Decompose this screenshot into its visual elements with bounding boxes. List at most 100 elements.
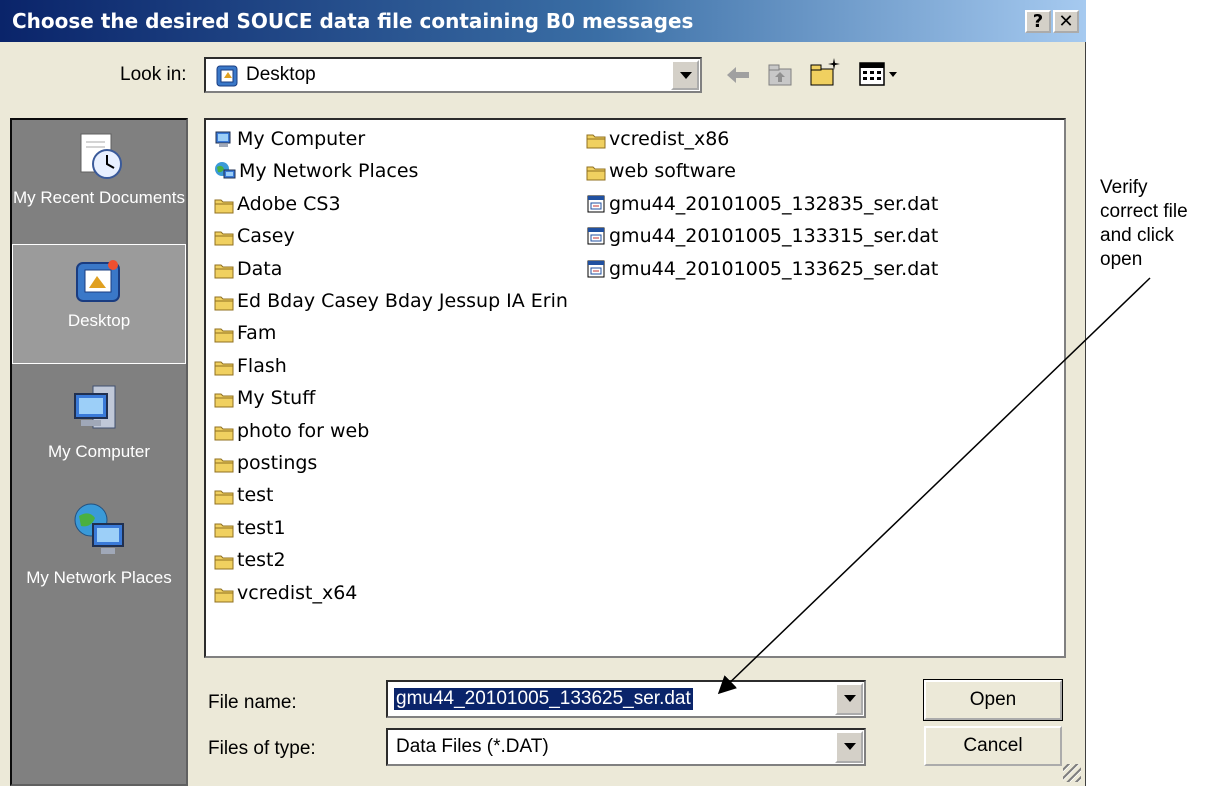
folder-icon	[586, 134, 606, 149]
item-label: My Stuff	[237, 387, 316, 410]
item-label: Fam	[237, 322, 277, 345]
folder-item[interactable]: photo for web	[214, 416, 369, 446]
desktop-small-icon	[216, 65, 238, 87]
file-name-label: File name:	[208, 692, 297, 713]
my-computer-icon	[74, 385, 116, 429]
folder-item[interactable]: vcredist_x64	[214, 578, 357, 608]
item-label: postings	[237, 452, 318, 474]
look-in-value: Desktop	[246, 64, 316, 85]
folder-icon	[214, 426, 234, 441]
item-label: My Computer	[237, 128, 366, 150]
folder-item[interactable]: test2	[214, 545, 286, 575]
file-type-dropdown-button[interactable]	[835, 731, 863, 763]
file-name-value: gmu44_20101005_133625_ser.dat	[394, 688, 693, 710]
folder-icon	[214, 523, 234, 538]
item-label: vcredist_x86	[609, 128, 730, 150]
dialog-title: Choose the desired SOUCE data file conta…	[12, 9, 694, 33]
cancel-button[interactable]: Cancel	[924, 726, 1062, 766]
location-item[interactable]: My Network Places	[214, 156, 418, 186]
place-label: My Computer	[47, 442, 151, 461]
item-label: web software	[609, 160, 736, 183]
back-arrow-icon[interactable]	[724, 62, 752, 88]
item-label: test1	[237, 516, 286, 539]
title-bar[interactable]: Choose the desired SOUCE data file conta…	[0, 0, 1086, 42]
folder-item[interactable]: Adobe CS3	[214, 189, 341, 219]
folder-item[interactable]: test1	[214, 513, 286, 543]
open-button[interactable]: Open	[923, 679, 1063, 721]
up-folder-icon[interactable]	[766, 60, 794, 88]
folder-icon	[214, 296, 234, 311]
file-item[interactable]: gmu44_20101005_133315_ser.dat	[586, 221, 938, 251]
folder-icon	[214, 199, 234, 214]
folder-item[interactable]: vcredist_x86	[586, 124, 729, 154]
folder-item[interactable]: My Stuff	[214, 383, 315, 413]
view-menu-icon[interactable]	[858, 60, 904, 88]
file-name-field[interactable]: gmu44_20101005_133625_ser.dat	[386, 680, 866, 718]
place-label: My Network Places	[26, 568, 172, 587]
folder-item[interactable]: postings	[214, 448, 317, 478]
folder-item[interactable]: Casey	[214, 221, 295, 251]
network-places-icon	[74, 503, 124, 554]
file-open-dialog: Choose the desired SOUCE data file conta…	[0, 0, 1086, 786]
file-item[interactable]: gmu44_20101005_133625_ser.dat	[586, 254, 938, 284]
location-item[interactable]: My Computer	[214, 124, 365, 154]
place-my-computer[interactable]: My Computer	[12, 382, 186, 482]
file-type-value: Data Files (*.DAT)	[396, 736, 549, 757]
file-name-dropdown-button[interactable]	[835, 683, 863, 715]
data-file-icon	[587, 260, 605, 278]
folder-item[interactable]: Ed Bday Casey Bday Jessup IA Erin	[214, 286, 568, 316]
item-label: Flash	[237, 354, 287, 377]
folder-icon	[214, 264, 234, 279]
item-label: Casey	[237, 225, 295, 248]
folder-item[interactable]: web software	[586, 156, 736, 186]
item-label: Adobe CS3	[237, 192, 341, 215]
item-label: vcredist_x64	[237, 581, 358, 604]
close-button[interactable]: ✕	[1053, 10, 1079, 33]
folder-item[interactable]: test	[214, 480, 274, 510]
item-label: gmu44_20101005_133315_ser.dat	[609, 225, 939, 248]
folder-icon	[586, 166, 606, 181]
desktop-icon	[76, 260, 120, 302]
folder-item[interactable]: Flash	[214, 351, 287, 381]
folder-icon	[214, 361, 234, 376]
annotation-text: Verify correct file and click open	[1100, 176, 1210, 272]
item-label: My Network Places	[239, 160, 419, 183]
folder-icon	[214, 393, 234, 408]
place-label: My Recent Documents	[13, 188, 185, 207]
place-recent-documents[interactable]: My Recent Documents	[12, 130, 186, 238]
annotation-label: Verify correct file and click open	[1100, 177, 1188, 270]
places-bar: My Recent Documents Desktop My Computer	[10, 118, 188, 786]
item-label: gmu44_20101005_133625_ser.dat	[609, 257, 939, 280]
item-label: photo for web	[237, 419, 370, 442]
look-in-dropdown-button[interactable]	[671, 60, 699, 90]
place-my-network-places[interactable]: My Network Places	[12, 500, 186, 620]
file-type-select[interactable]: Data Files (*.DAT)	[386, 728, 866, 766]
network-small-icon	[215, 162, 236, 179]
file-type-label: Files of type:	[208, 738, 316, 759]
folder-item[interactable]: Fam	[214, 318, 276, 348]
file-item[interactable]: gmu44_20101005_132835_ser.dat	[586, 189, 938, 219]
data-file-icon	[587, 227, 605, 245]
resize-grip[interactable]	[1063, 764, 1081, 782]
my-computer-small-icon	[215, 131, 231, 147]
item-label: Ed Bday Casey Bday Jessup IA Erin	[237, 290, 568, 312]
folder-icon	[214, 328, 234, 343]
item-label: test	[237, 484, 274, 507]
look-in-combo[interactable]: Desktop	[204, 57, 702, 93]
place-desktop[interactable]: Desktop	[12, 244, 186, 364]
file-list[interactable]: My Computer My Network Places Adobe CS3 Cas…	[204, 118, 1066, 658]
item-label: Data	[237, 257, 283, 280]
look-in-label: Look in:	[120, 64, 187, 85]
item-label: test2	[237, 549, 286, 572]
new-folder-icon[interactable]	[808, 56, 842, 88]
folder-item[interactable]: Data	[214, 254, 282, 284]
folder-icon	[214, 555, 234, 570]
place-label: Desktop	[67, 311, 131, 330]
folder-icon	[214, 490, 234, 505]
help-button[interactable]: ?	[1025, 10, 1051, 33]
folder-icon	[214, 588, 234, 603]
data-file-icon	[587, 195, 605, 213]
folder-icon	[214, 231, 234, 246]
recent-documents-icon	[80, 133, 122, 179]
folder-icon	[214, 458, 234, 473]
